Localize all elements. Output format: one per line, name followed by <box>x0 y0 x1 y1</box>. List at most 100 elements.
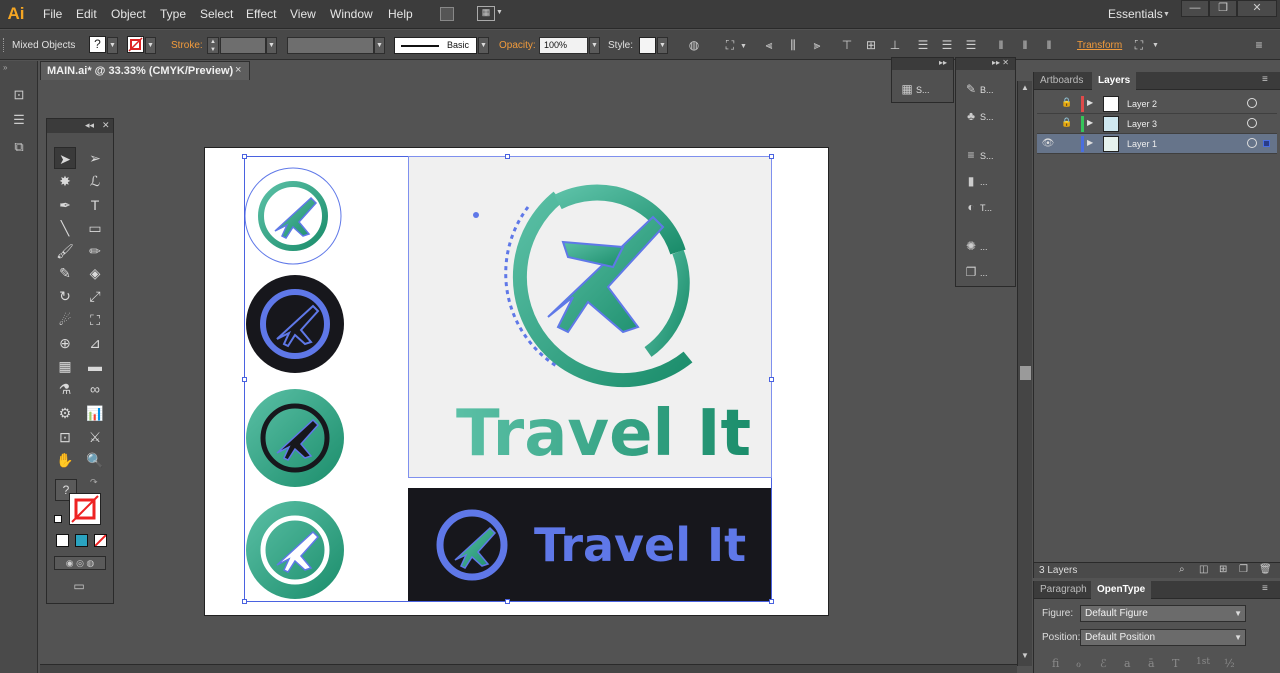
tab-artboards[interactable]: Artboards <box>1034 72 1089 90</box>
resize-handle-n[interactable] <box>505 154 510 159</box>
swash-icon[interactable]: a <box>1124 657 1131 670</box>
opacity-label[interactable]: Opacity: <box>499 40 536 51</box>
discretionary-ligatures-icon[interactable]: ℰ <box>1100 657 1107 670</box>
symbols-panel-button[interactable]: ♣ S... <box>962 105 1016 127</box>
shape-builder-tool-icon[interactable]: ⊕ <box>54 332 76 354</box>
magic-wand-tool-icon[interactable]: ✸ <box>54 170 76 192</box>
expand-arrow-icon[interactable]: ▶ <box>1087 138 1097 147</box>
layer-name[interactable]: Layer 1 <box>1127 139 1157 149</box>
resize-handle-sw[interactable] <box>242 599 247 604</box>
lock-icon[interactable]: 🔒 <box>1061 117 1072 129</box>
resize-handle-s[interactable] <box>505 599 510 604</box>
tab-layers[interactable]: Layers <box>1092 72 1137 90</box>
align-hcenter-icon[interactable]: ⫼ <box>786 38 800 52</box>
eye-icon[interactable]: 👁 <box>1041 138 1055 150</box>
resize-handle-ne[interactable] <box>769 154 774 159</box>
brush-dropdown[interactable]: ▼ <box>478 37 489 54</box>
menu-window[interactable]: Window <box>330 7 373 21</box>
scroll-down-icon[interactable]: ▼ <box>1021 651 1029 660</box>
distribute-top-icon[interactable]: ☰ <box>916 38 930 52</box>
menu-object[interactable]: Object <box>111 7 146 21</box>
visibility-toggle[interactable] <box>1041 118 1055 130</box>
scale-tool-icon[interactable]: ⤢ <box>84 285 106 307</box>
pencil-tool-icon[interactable]: ✏ <box>84 240 106 262</box>
stroke-box[interactable] <box>69 493 101 525</box>
menu-help[interactable]: Help <box>388 7 413 21</box>
expand-arrow-icon[interactable]: ▶ <box>1087 118 1097 127</box>
close-icon[interactable]: ✕ <box>102 120 110 131</box>
gradient-tool-icon[interactable]: ▬ <box>84 355 106 377</box>
layer-name[interactable]: Layer 2 <box>1127 99 1157 109</box>
stroke-panel-button[interactable]: ≡ S... <box>962 144 1016 166</box>
target-icon[interactable] <box>1247 138 1257 148</box>
selection-options-icon[interactable]: ⛶ <box>723 38 737 52</box>
stylistic-alternates-icon[interactable]: ā <box>1148 657 1155 670</box>
visibility-toggle[interactable] <box>1041 98 1055 110</box>
blob-brush-tool-icon[interactable]: ✎ <box>54 262 76 284</box>
panel-header[interactable]: ▸▸ ✕ <box>956 58 1015 70</box>
distribute-left-icon[interactable]: ‖ <box>994 38 1008 52</box>
vertical-scrollbar[interactable]: ▲ ▼ <box>1017 81 1032 666</box>
line-tool-icon[interactable]: ╲ <box>54 217 76 239</box>
tab-paragraph[interactable]: Paragraph <box>1034 581 1093 599</box>
fill-swatch[interactable]: ? <box>89 36 106 53</box>
default-colors-icon[interactable] <box>54 515 62 523</box>
screen-mode-icon[interactable]: ▭ <box>69 579 89 593</box>
paintbrush-tool-icon[interactable]: 🖌 <box>54 240 76 262</box>
align-vcenter-icon[interactable]: ⊞ <box>864 38 878 52</box>
tools-panel-header[interactable]: ◂◂ ✕ <box>47 119 113 133</box>
appearance-panel-button[interactable]: ✺... <box>962 235 1016 257</box>
transform-link[interactable]: Transform <box>1077 40 1122 51</box>
panel-menu-icon[interactable]: ≡ <box>1262 583 1268 594</box>
stroke-dropdown[interactable]: ▼ <box>145 37 156 54</box>
align-right-icon[interactable]: ⫸ <box>810 38 824 52</box>
type-tool-icon[interactable]: T <box>84 194 106 216</box>
layer-row[interactable]: 🔒 ▶ Layer 3 <box>1037 114 1277 134</box>
new-layer-icon[interactable]: ❐ <box>1239 564 1248 575</box>
isolate-icon[interactable]: ⛶ <box>1132 38 1146 52</box>
opacity-dropdown[interactable]: ▼ <box>589 37 600 54</box>
scroll-thumb[interactable] <box>1020 366 1031 380</box>
layer-row[interactable]: 🔒 ▶ Layer 2 <box>1037 94 1277 114</box>
document-tab[interactable]: MAIN.ai* @ 33.33% (CMYK/Preview) × <box>40 61 250 80</box>
free-transform-tool-icon[interactable]: ⛶ <box>84 309 106 331</box>
horizontal-scrollbar[interactable] <box>40 664 1017 673</box>
profile-dropdown[interactable]: ▼ <box>374 37 385 54</box>
layer-name[interactable]: Layer 3 <box>1127 119 1157 129</box>
recolor-artwork-icon[interactable]: ◍ <box>687 38 701 52</box>
align-bottom-icon[interactable]: ⊥ <box>888 38 902 52</box>
swap-colors-icon[interactable]: ↷ <box>90 477 98 488</box>
fractions-icon[interactable]: ½ <box>1224 657 1235 670</box>
bridge-icon[interactable] <box>440 7 454 21</box>
zoom-tool-icon[interactable]: 🔍 <box>84 449 106 471</box>
scroll-up-icon[interactable]: ▲ <box>1021 83 1029 92</box>
position-select[interactable]: Default Position ▼ <box>1080 629 1246 646</box>
panel-menu-icon[interactable]: ≡ <box>1262 74 1268 85</box>
new-sublayer-icon[interactable]: ⊞ <box>1219 564 1227 575</box>
expand-arrow-icon[interactable]: ▶ <box>1087 98 1097 107</box>
gradient-panel-button[interactable]: ▮... <box>962 170 1016 192</box>
perspective-grid-tool-icon[interactable]: ⊿ <box>84 332 106 354</box>
opacity-field[interactable]: 100% <box>539 37 588 54</box>
pathfinder-icon[interactable]: ⧉ <box>10 138 28 156</box>
lock-icon[interactable]: 🔒 <box>1061 97 1072 109</box>
slice-tool-icon[interactable]: ⚔ <box>84 426 106 448</box>
eraser-tool-icon[interactable]: ◈ <box>84 262 106 284</box>
target-icon[interactable] <box>1247 98 1257 108</box>
selection-tool-icon[interactable]: ➤ <box>54 147 76 169</box>
graph-tool-icon[interactable]: 📊 <box>84 402 106 424</box>
stroke-label[interactable]: Stroke: <box>171 40 203 51</box>
pen-tool-icon[interactable]: ✒ <box>54 194 76 216</box>
target-icon[interactable] <box>1247 118 1257 128</box>
warp-tool-icon[interactable]: ☄ <box>54 309 76 331</box>
rectangle-tool-icon[interactable]: ▭ <box>84 217 106 239</box>
maximize-button[interactable]: ❐ <box>1209 0 1237 17</box>
close-button[interactable]: ✕ <box>1237 0 1277 17</box>
align-top-icon[interactable]: ⊤ <box>840 38 854 52</box>
transparency-panel-button[interactable]: ◐ T... <box>962 196 1016 218</box>
distribute-hcenter-icon[interactable]: ‖ <box>1018 38 1032 52</box>
artboards-icon[interactable]: ⊡ <box>10 86 28 104</box>
fill-dropdown[interactable]: ▼ <box>107 37 118 54</box>
brush-definition[interactable]: Basic <box>394 37 477 54</box>
arrange-documents-icon[interactable]: ▦ <box>477 6 495 21</box>
